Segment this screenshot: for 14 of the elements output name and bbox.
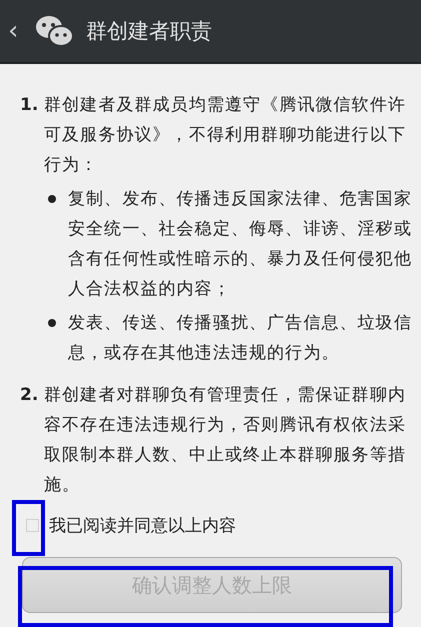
chat-bubbles-icon [34,14,74,48]
agree-label: 我已阅读并同意以上内容 [49,515,236,537]
back-button[interactable]: ‹ [8,16,28,46]
rule-text: 群创建者对群聊负有管理责任，需保证群聊内容不存在违法违规行为，否则腾讯有权依法采取限制本群人数、中止或终止本群聊服务等措施。 [44,384,407,497]
agree-checkbox[interactable] [26,519,39,532]
bullet-text: 发表、传送、传播骚扰、广告信息、垃圾信息，或存在其他违法违规的行为。 [68,312,413,365]
item-number: 2. [20,384,40,407]
item-number: 1. [20,94,40,117]
rule-text: 群创建者及群成员均需遵守《腾讯微信软件许可及服务协议》，不得利用群聊功能进行以下行为： [44,94,407,177]
bullet-icon [48,319,56,327]
highlight-frame [12,500,45,556]
bullet-text: 复制、发布、传播违反国家法律、危害国家安全统一、社会稳定、侮辱、诽谤、淫秽或含有任何性或性暗示的、暴力及任何侵犯他人合法权益的内容； [68,188,413,301]
bullet-icon [48,195,56,203]
window-title: 群创建者职责 [86,18,212,45]
